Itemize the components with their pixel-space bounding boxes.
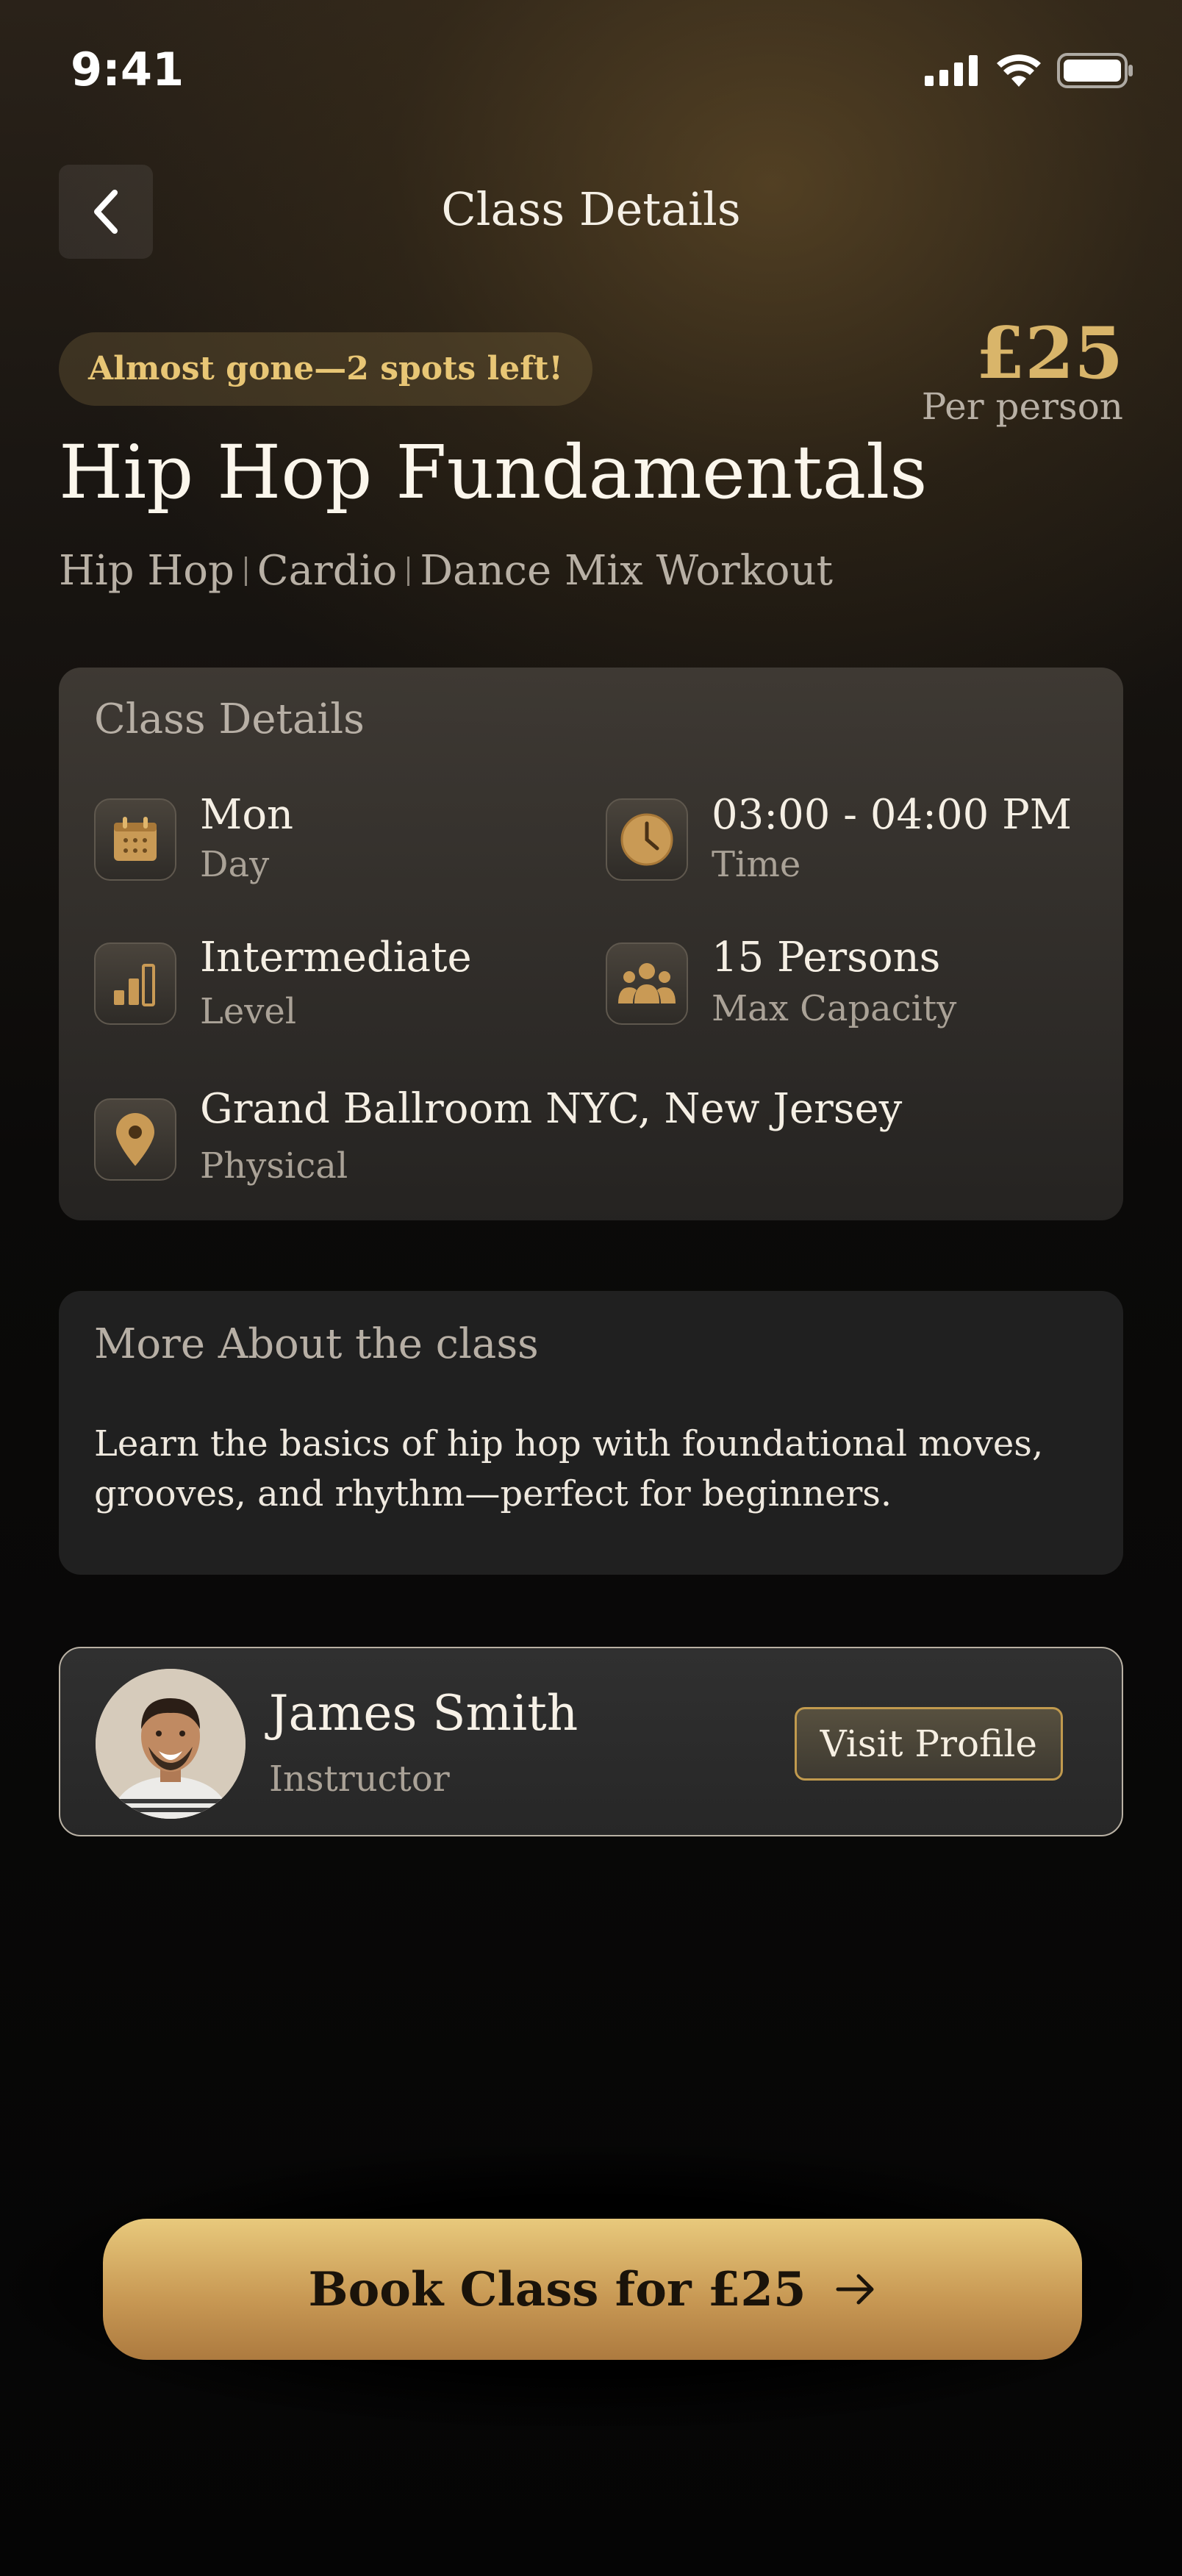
level-value: Intermediate [200, 934, 472, 981]
page-title: Class Details [441, 182, 741, 236]
instructor-name: James Smith [269, 1685, 579, 1742]
clock-icon [606, 798, 688, 881]
calendar-icon [94, 798, 176, 881]
price: £25 [975, 312, 1123, 395]
day-label: Day [200, 844, 270, 885]
time-label: Time [712, 844, 801, 885]
level-label: Level [200, 991, 297, 1032]
tag: Hip Hop [59, 547, 234, 595]
status-time: 9:41 [71, 43, 185, 96]
time-value: 03:00 - 04:00 PM [712, 791, 1072, 839]
class-details-card: Class Details Mon Day 03:00 - 04:00 PM T… [59, 668, 1123, 1220]
card-heading: Class Details [94, 695, 365, 743]
group-icon [606, 942, 688, 1025]
wifi-icon [997, 54, 1041, 87]
price-subtitle: Per person [921, 385, 1123, 428]
instructor-role: Instructor [269, 1759, 450, 1800]
tag-separator [407, 556, 410, 586]
capacity-value: 15 Persons [712, 934, 941, 981]
tag: Cardio [257, 547, 398, 595]
bar-chart-icon [94, 942, 176, 1025]
class-title: Hip Hop Fundamentals [59, 429, 928, 515]
arrow-right-icon [836, 2274, 874, 2305]
card-heading: More About the class [94, 1320, 539, 1368]
book-class-label: Book Class for £25 [308, 2261, 806, 2317]
availability-badge: Almost gone—2 spots left! [59, 332, 592, 406]
day-value: Mon [200, 791, 294, 839]
location-label: Physical [200, 1145, 348, 1187]
tag: Dance Mix Workout [420, 547, 834, 595]
visit-profile-button[interactable]: Visit Profile [794, 1707, 1063, 1781]
signal-icon [925, 55, 978, 86]
instructor-card[interactable]: James Smith Instructor Visit Profile [59, 1647, 1123, 1836]
book-class-button[interactable]: Book Class for £25 [103, 2219, 1082, 2360]
status-icons [925, 53, 1133, 88]
location-value: Grand Ballroom NYC, New Jersey [200, 1085, 903, 1133]
location-pin-icon [94, 1098, 176, 1181]
tag-separator [244, 556, 247, 586]
about-description: Learn the basics of hip hop with foundat… [94, 1423, 1044, 1514]
class-tags: Hip Hop Cardio Dance Mix Workout [59, 547, 833, 595]
avatar [96, 1669, 246, 1819]
capacity-label: Max Capacity [712, 988, 957, 1029]
about-card: More About the class Learn the basics of… [59, 1291, 1123, 1575]
battery-icon [1057, 53, 1133, 88]
